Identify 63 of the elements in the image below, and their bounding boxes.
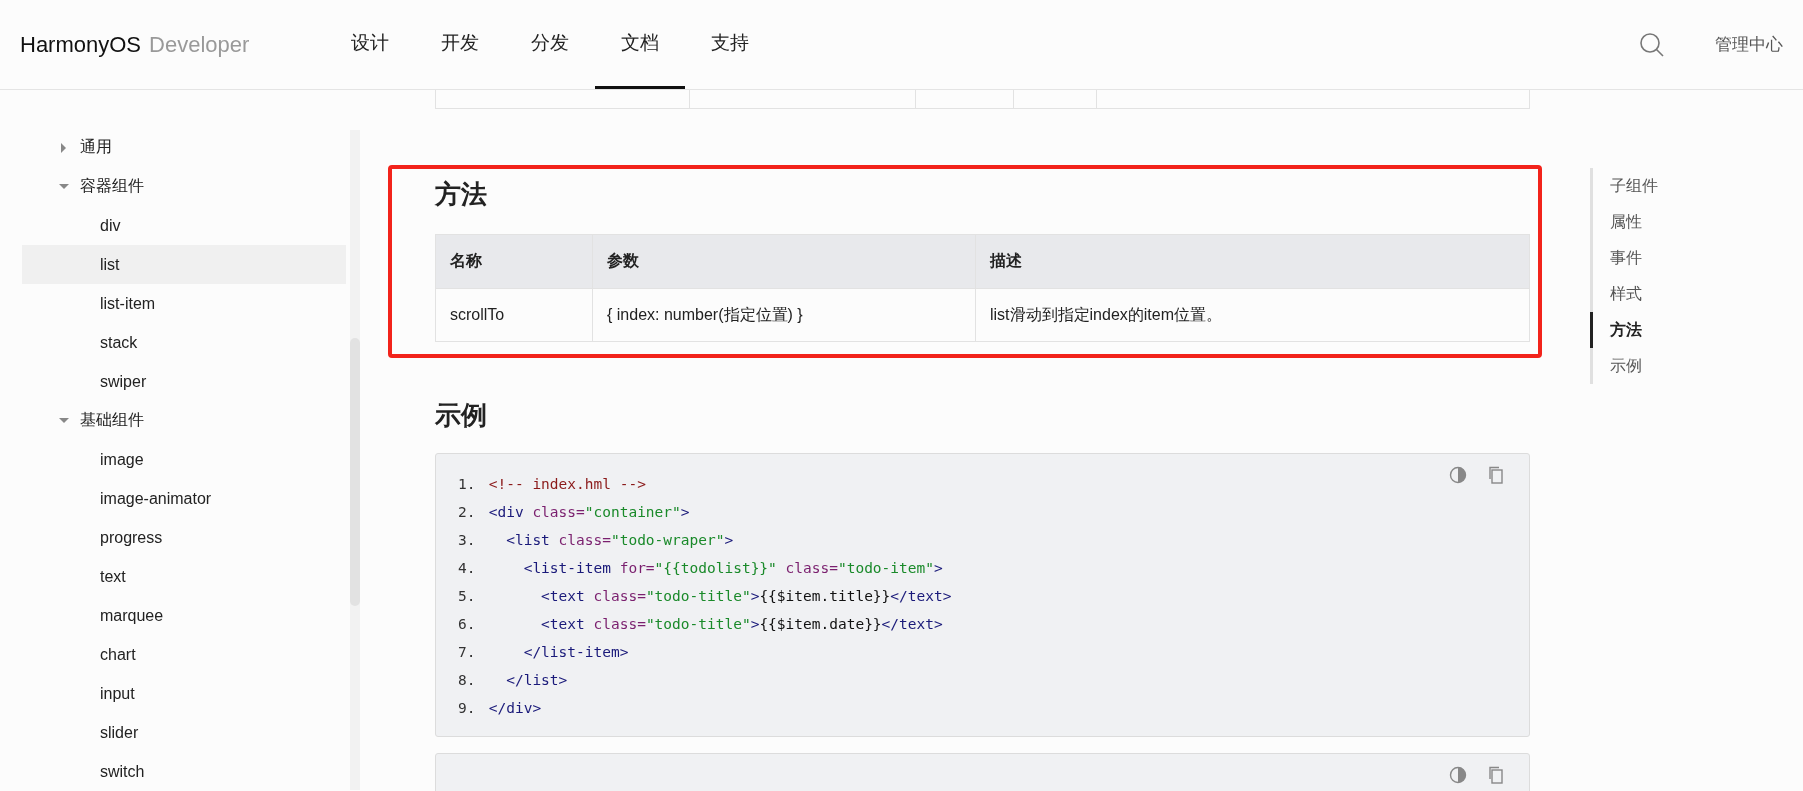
line-number: 4. bbox=[458, 559, 477, 578]
tree-item[interactable]: input bbox=[22, 674, 346, 713]
copy-icon[interactable] bbox=[1487, 466, 1505, 484]
tree-group[interactable]: 基础组件 bbox=[0, 401, 346, 440]
line-number: 8. bbox=[458, 671, 477, 690]
toc-link[interactable]: 子组件 bbox=[1590, 168, 1658, 204]
code-line: <text class="todo-title">{{$item.date}}</text> bbox=[540, 615, 943, 634]
theme-toggle-icon[interactable] bbox=[1449, 466, 1467, 484]
line-number: 7. bbox=[458, 643, 477, 662]
code-line: </list> bbox=[505, 671, 568, 690]
nav-tab[interactable]: 支持 bbox=[685, 0, 776, 89]
section-heading: 示例 bbox=[435, 399, 488, 432]
table-cell: scrollTo bbox=[435, 288, 593, 342]
line-number: 5. bbox=[458, 587, 477, 606]
tree-item[interactable]: marquee bbox=[22, 596, 346, 635]
tree-item[interactable]: image-animator bbox=[22, 479, 346, 518]
code-line: <div class="container"> bbox=[487, 503, 690, 522]
code-line: </div> bbox=[487, 699, 542, 718]
tree-item[interactable]: stack bbox=[22, 323, 346, 362]
theme-toggle-icon[interactable] bbox=[1449, 766, 1467, 784]
toc-link[interactable]: 示例 bbox=[1590, 348, 1658, 384]
code-line: <!-- index.hml --> bbox=[487, 475, 646, 494]
tree-item[interactable]: swiper bbox=[22, 362, 346, 401]
tree-item[interactable]: chart bbox=[22, 635, 346, 674]
tree-group[interactable]: 通用 bbox=[0, 128, 346, 167]
tree-item[interactable]: div bbox=[22, 206, 346, 245]
nav-tab[interactable]: 分发 bbox=[505, 0, 596, 89]
column-header: 参数 bbox=[592, 234, 976, 289]
nav-tab[interactable]: 开发 bbox=[415, 0, 506, 89]
tree-item[interactable]: slider bbox=[22, 713, 346, 752]
code-line: </list-item> bbox=[522, 643, 629, 662]
code-line: <list-item for="{{todolist}}" class="todo-item"> bbox=[522, 559, 943, 578]
tree-item[interactable]: image bbox=[22, 440, 346, 479]
toc-link[interactable]: 方法 bbox=[1590, 312, 1658, 348]
toc-link[interactable]: 样式 bbox=[1590, 276, 1658, 312]
column-header: 描述 bbox=[975, 234, 1530, 289]
line-number: 3. bbox=[458, 531, 477, 550]
brand-suffix: Developer bbox=[149, 31, 250, 58]
scrollbar-thumb[interactable] bbox=[350, 338, 360, 606]
line-number: 6. bbox=[458, 615, 477, 634]
column-header: 名称 bbox=[435, 234, 593, 289]
code-line: <list class="todo-wraper"> bbox=[505, 531, 734, 550]
code-line: <text class="todo-title">{{$item.title}}</text> bbox=[540, 587, 952, 606]
tree-item[interactable]: progress bbox=[22, 518, 346, 557]
brand-name[interactable]: HarmonyOS bbox=[20, 31, 142, 58]
section-heading: 方法 bbox=[435, 178, 488, 211]
toc-link[interactable]: 事件 bbox=[1590, 240, 1658, 276]
table-cell: list滑动到指定index的item位置。 bbox=[975, 288, 1530, 342]
copy-icon[interactable] bbox=[1487, 766, 1505, 784]
toc-link[interactable]: 属性 bbox=[1590, 204, 1658, 240]
account-link[interactable]: 管理中心 bbox=[1715, 33, 1783, 56]
tree-item[interactable]: text bbox=[22, 557, 346, 596]
tree-group[interactable]: 容器组件 bbox=[0, 167, 346, 206]
nav-tab[interactable]: 设计 bbox=[325, 0, 416, 89]
line-number: 1. bbox=[458, 475, 477, 494]
search-icon[interactable] bbox=[1639, 31, 1665, 58]
table-cell: { index: number(指定位置) } bbox=[592, 288, 976, 342]
line-number: 9. bbox=[458, 699, 477, 718]
tree-item[interactable]: list bbox=[22, 245, 346, 284]
nav-tab[interactable]: 文档 bbox=[595, 0, 686, 89]
tree-item[interactable]: list-item bbox=[22, 284, 346, 323]
line-number: 2. bbox=[458, 503, 477, 522]
tree-item[interactable]: switch bbox=[22, 752, 346, 791]
